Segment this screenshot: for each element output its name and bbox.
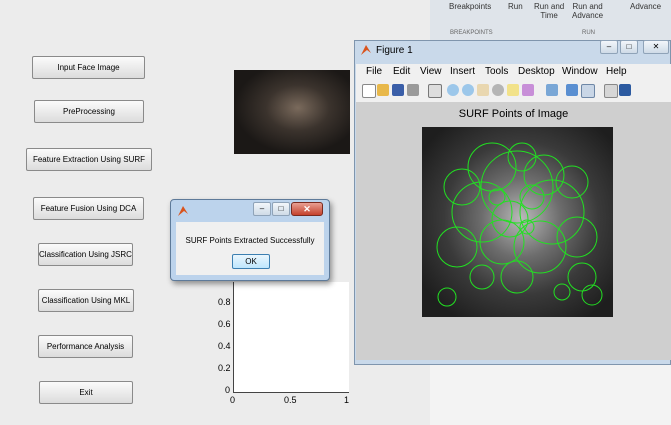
input-face-photo [234, 70, 350, 154]
feature-extraction-surf-button[interactable]: Feature Extraction Using SURF [26, 148, 152, 171]
dialog-close-icon[interactable]: ✕ [291, 202, 323, 216]
x-tick-label: 0.5 [284, 395, 297, 405]
performance-analysis-button[interactable]: Performance Analysis [38, 335, 133, 358]
legend-icon[interactable] [581, 84, 595, 98]
brush-icon[interactable] [522, 84, 534, 96]
pan-icon[interactable] [477, 84, 489, 96]
menu-desktop[interactable]: Desktop [518, 66, 555, 77]
matlab-logo-icon [361, 45, 371, 55]
dialog-maximize-icon[interactable]: □ [272, 202, 290, 216]
menu-insert[interactable]: Insert [450, 66, 475, 77]
minimize-icon[interactable]: – [600, 40, 618, 54]
pointer-icon[interactable] [428, 84, 442, 98]
feature-fusion-dca-button[interactable]: Feature Fusion Using DCA [33, 197, 144, 220]
zoom-out-icon[interactable] [462, 84, 474, 96]
menu-window[interactable]: Window [562, 66, 598, 77]
maximize-icon[interactable]: □ [620, 40, 638, 54]
breakpoints-section-label: BREAKPOINTS [450, 30, 493, 36]
menu-tools[interactable]: Tools [485, 66, 508, 77]
menu-help[interactable]: Help [606, 66, 627, 77]
save-icon[interactable] [392, 84, 404, 96]
y-tick-label: 0.4 [218, 341, 231, 351]
classification-jsrc-button[interactable]: Classification Using JSRC [38, 243, 133, 266]
advance-button[interactable]: Advance [630, 2, 661, 11]
rotate-3d-icon[interactable] [492, 84, 504, 96]
y-tick-label: 0.8 [218, 297, 231, 307]
breakpoints-button[interactable]: Breakpoints [449, 2, 491, 11]
print-icon[interactable] [407, 84, 419, 96]
dialog-message: SURF Points Extracted Successfully [185, 236, 315, 245]
hide-plot-tools-icon[interactable] [604, 84, 618, 98]
y-tick-label: 0.2 [218, 363, 231, 373]
data-cursor-icon[interactable] [507, 84, 519, 96]
colorbar-icon[interactable] [566, 84, 578, 96]
figure-title: Figure 1 [376, 45, 413, 56]
run-button[interactable]: Run [508, 2, 523, 11]
open-file-icon[interactable] [377, 84, 389, 96]
classification-mkl-button[interactable]: Classification Using MKL [38, 289, 134, 312]
zoom-in-icon[interactable] [447, 84, 459, 96]
menu-view[interactable]: View [420, 66, 442, 77]
exit-button[interactable]: Exit [39, 381, 133, 404]
input-face-image-button[interactable]: Input Face Image [32, 56, 145, 79]
menu-edit[interactable]: Edit [393, 66, 410, 77]
x-tick-label: 0 [230, 395, 236, 405]
menu-file[interactable]: File [366, 66, 382, 77]
y-tick-label: 0 [225, 385, 231, 395]
run-and-advance-button[interactable]: Run and Advance [572, 2, 603, 20]
run-and-time-button[interactable]: Run and Time [534, 2, 564, 20]
x-tick-label: 1 [344, 395, 350, 405]
surf-circles-overlay [436, 142, 603, 307]
dialog-minimize-icon[interactable]: – [253, 202, 271, 216]
preprocessing-button[interactable]: PreProcessing [34, 100, 144, 123]
close-icon[interactable]: ✕ [643, 40, 669, 54]
plot-title: SURF Points of Image [458, 108, 569, 120]
run-section-label: RUN [582, 30, 595, 36]
y-tick-label: 0.6 [218, 319, 231, 329]
show-plot-tools-icon[interactable] [619, 84, 631, 96]
ok-button[interactable]: OK [232, 254, 270, 269]
link-plot-icon[interactable] [546, 84, 558, 96]
surf-points-image [422, 127, 613, 317]
new-figure-icon[interactable] [362, 84, 376, 98]
matlab-logo-icon [178, 206, 188, 216]
plot-axes [233, 282, 349, 393]
